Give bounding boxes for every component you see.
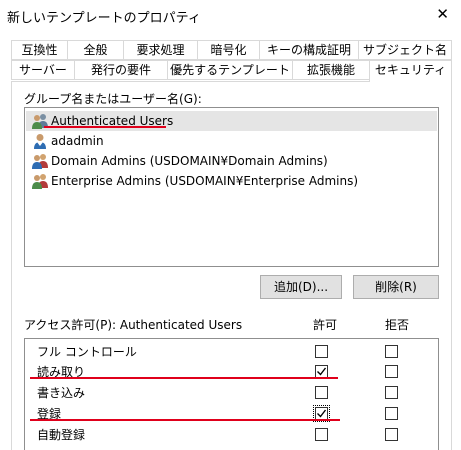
close-icon[interactable]: ✕ bbox=[436, 6, 449, 22]
allow-column-header: 許可 bbox=[313, 318, 338, 332]
permissions-list: フル コントロール 読み取り 書き込み 登録 自動登録 bbox=[24, 338, 439, 450]
permission-row-full-control: フル コントロール bbox=[25, 341, 438, 361]
permission-row-autoenroll: 自動登録 bbox=[25, 424, 438, 444]
tab-issuance-requirements[interactable]: 発行の要件 bbox=[74, 60, 168, 80]
allow-checkbox[interactable] bbox=[315, 345, 328, 358]
remove-button[interactable]: 削除(R) bbox=[353, 275, 439, 299]
list-item-label: Enterprise Admins (USDOMAIN¥Enterprise A… bbox=[51, 174, 359, 188]
list-item-adadmin[interactable]: adadmin bbox=[26, 131, 437, 151]
deny-checkbox[interactable] bbox=[385, 407, 398, 420]
window-title: 新しいテンプレートのプロパティ bbox=[7, 11, 201, 26]
list-item-authenticated-users[interactable]: Authenticated Users bbox=[26, 111, 437, 131]
tab-compatibility[interactable]: 互換性 bbox=[11, 40, 68, 60]
permission-name: 自動登録 bbox=[37, 428, 86, 442]
tab-extensions[interactable]: 拡張機能 bbox=[292, 60, 370, 80]
checkmark-icon bbox=[317, 409, 327, 418]
groups-label: グループ名またはユーザー名(G): bbox=[24, 92, 202, 106]
deny-checkbox[interactable] bbox=[385, 386, 398, 399]
tab-cryptography[interactable]: 暗号化 bbox=[197, 40, 260, 60]
tab-security[interactable]: セキュリティ bbox=[369, 60, 452, 82]
tab-general[interactable]: 全般 bbox=[67, 40, 124, 60]
groups-listbox[interactable]: Authenticated Users adadmin Domain Admin… bbox=[24, 107, 439, 267]
add-button[interactable]: 追加(D)... bbox=[260, 275, 342, 299]
permission-name: フル コントロール bbox=[37, 345, 137, 359]
group-icon bbox=[32, 154, 48, 169]
list-item-label: Domain Admins (USDOMAIN¥Domain Admins) bbox=[51, 154, 328, 168]
deny-checkbox[interactable] bbox=[385, 345, 398, 358]
annotation-underline bbox=[30, 419, 340, 421]
deny-column-header: 拒否 bbox=[385, 318, 410, 332]
deny-checkbox[interactable] bbox=[385, 365, 398, 378]
annotation-underline bbox=[44, 126, 166, 128]
tab-server[interactable]: サーバー bbox=[11, 60, 75, 80]
tab-superseded-templates[interactable]: 優先するテンプレート bbox=[167, 60, 293, 80]
group-icon bbox=[32, 174, 48, 189]
annotation-underline bbox=[30, 377, 338, 379]
tab-request-handling[interactable]: 要求処理 bbox=[123, 40, 198, 60]
allow-checkbox[interactable] bbox=[315, 428, 328, 441]
checkmark-icon bbox=[317, 367, 327, 376]
tab-key-attestation[interactable]: キーの構成証明 bbox=[259, 40, 359, 60]
list-item-enterprise-admins[interactable]: Enterprise Admins (USDOMAIN¥Enterprise A… bbox=[26, 171, 437, 191]
list-item-domain-admins[interactable]: Domain Admins (USDOMAIN¥Domain Admins) bbox=[26, 151, 437, 171]
deny-checkbox[interactable] bbox=[385, 428, 398, 441]
list-item-label: adadmin bbox=[51, 134, 104, 148]
permission-name: 書き込み bbox=[37, 386, 86, 400]
permission-row-write: 書き込み bbox=[25, 382, 438, 402]
allow-checkbox[interactable] bbox=[315, 386, 328, 399]
list-item-label: Authenticated Users bbox=[51, 114, 174, 128]
title-bar: 新しいテンプレートのプロパティ ✕ bbox=[0, 0, 461, 32]
permissions-label: アクセス許可(P): Authenticated Users bbox=[24, 318, 243, 332]
tab-subject-name[interactable]: サブジェクト名 bbox=[358, 40, 452, 60]
user-icon bbox=[34, 134, 46, 149]
